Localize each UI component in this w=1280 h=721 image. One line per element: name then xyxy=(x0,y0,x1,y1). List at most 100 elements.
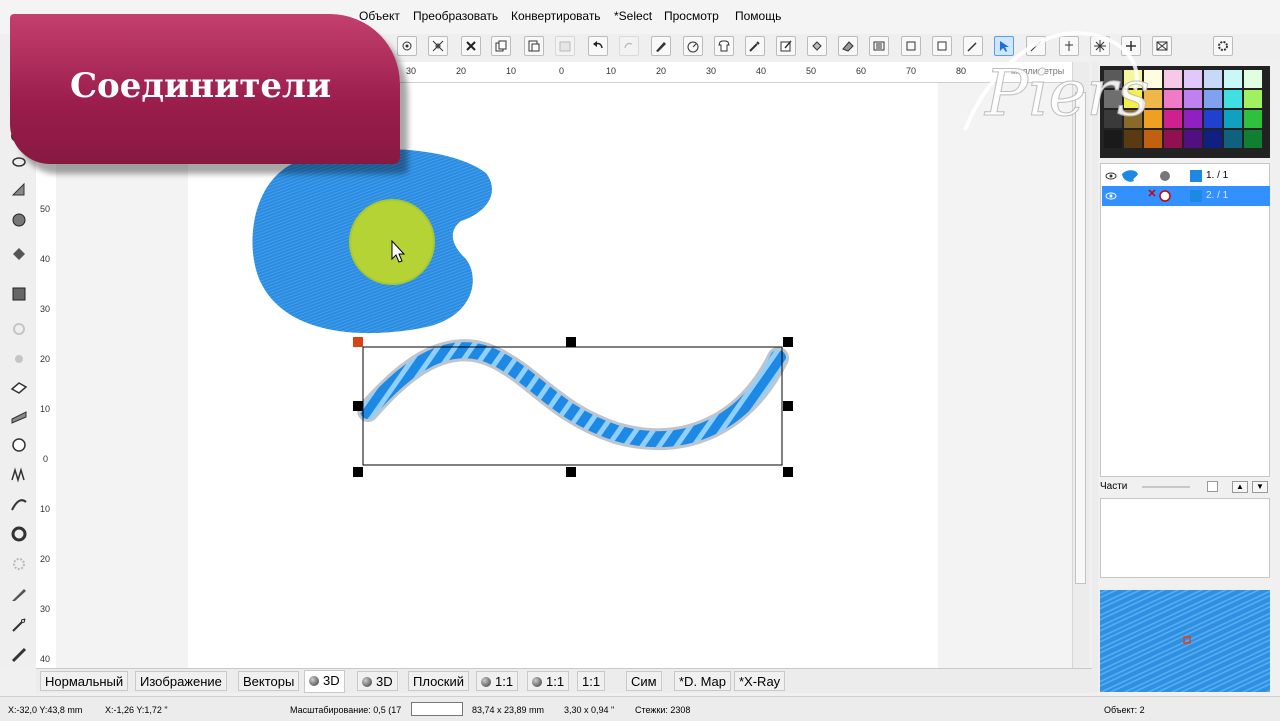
status-objects: Объект: 2 xyxy=(1104,705,1145,715)
ruler-tick: 0 xyxy=(559,66,565,76)
selection-handle[interactable] xyxy=(353,337,363,347)
scale-field[interactable] xyxy=(411,702,463,716)
ruler-tick: 0 xyxy=(43,454,49,464)
ruler-tick: 50 xyxy=(40,204,51,214)
selection-handle[interactable] xyxy=(353,401,363,411)
tab-sim[interactable]: Сим xyxy=(626,671,662,691)
curve-icon[interactable] xyxy=(8,494,30,516)
dot-disabled-icon xyxy=(8,348,30,370)
selection-handle[interactable] xyxy=(353,467,363,477)
status-bar: X:-32,0 Y:43,8 mm X:-1,26 Y:1,72 " Масшт… xyxy=(0,696,1280,721)
edit-icon[interactable] xyxy=(776,36,796,56)
fill-tool-icon[interactable] xyxy=(8,243,30,265)
undo-icon[interactable] xyxy=(588,36,608,56)
stitch-preview[interactable] xyxy=(1100,590,1270,692)
selection-handle[interactable] xyxy=(566,467,576,477)
menu-item-view[interactable]: Просмотр xyxy=(664,9,719,23)
status-delta: X:-1,26 Y:1,72 " xyxy=(105,705,168,715)
view-tabs: Нормальный Изображение Векторы 3D 3D Пло… xyxy=(36,668,1092,693)
status-coords: X:-32,0 Y:43,8 mm xyxy=(8,705,83,715)
tab-scale-3[interactable]: 1:1 xyxy=(577,671,606,691)
grid-icon[interactable] xyxy=(869,36,889,56)
tab-flat[interactable]: Плоский xyxy=(408,671,470,691)
pen-icon[interactable] xyxy=(651,36,671,56)
tab-label: 1:1 xyxy=(495,674,514,689)
parts-grip xyxy=(1142,486,1190,488)
menu-item-transform[interactable]: Преобразовать xyxy=(413,9,498,23)
layer-name: 1. / 1 xyxy=(1206,170,1229,181)
node-select-icon[interactable] xyxy=(428,36,448,56)
tab-xray[interactable]: *X-Ray xyxy=(734,671,786,691)
tab-label: 3D xyxy=(323,673,340,688)
triangle-up-icon: ▲ xyxy=(1236,482,1244,491)
ruler-icon[interactable] xyxy=(8,644,30,666)
tab-normal[interactable]: Нормальный xyxy=(40,671,129,691)
ruler-tick: 40 xyxy=(40,654,51,664)
tab-image[interactable]: Изображение xyxy=(135,671,227,691)
ruler-tick: 10 xyxy=(40,404,51,414)
circle-tool-icon[interactable] xyxy=(8,434,30,456)
selection-handle[interactable] xyxy=(783,467,793,477)
fill-icon[interactable] xyxy=(807,36,827,56)
parts-down-button[interactable]: ▼ xyxy=(1252,481,1268,493)
tab-scale-2[interactable]: 1:1 xyxy=(527,671,570,691)
selection-handle[interactable] xyxy=(783,337,793,347)
parts-checkbox[interactable] xyxy=(1207,481,1218,492)
menu-item-convert[interactable]: Конвертировать xyxy=(511,9,601,23)
redo-icon[interactable] xyxy=(619,36,639,56)
tab-label: 1:1 xyxy=(546,674,565,689)
preview-texture xyxy=(1100,590,1270,692)
design-canvas[interactable] xyxy=(56,83,1072,668)
selection-handle[interactable] xyxy=(783,401,793,411)
tab-label: Плоский xyxy=(413,674,465,689)
shirt-icon[interactable] xyxy=(714,36,734,56)
tab-vectors[interactable]: Векторы xyxy=(238,671,300,691)
close-icon[interactable] xyxy=(461,36,481,56)
ruler-tick: 70 xyxy=(906,66,917,76)
gear-icon[interactable] xyxy=(1213,36,1233,56)
tab-scale-1[interactable]: 1:1 xyxy=(476,671,519,691)
speed-icon[interactable] xyxy=(683,36,703,56)
satin-icon[interactable] xyxy=(8,405,30,427)
selection-handle[interactable] xyxy=(566,337,576,347)
tab-label: *X-Ray xyxy=(739,674,781,689)
node-edit-icon[interactable] xyxy=(397,36,417,56)
donut-icon[interactable] xyxy=(8,523,30,545)
banner-title: Соединители xyxy=(70,66,332,106)
eyedropper-icon[interactable] xyxy=(745,36,765,56)
stitch-icon[interactable] xyxy=(8,283,30,305)
copy-icon[interactable] xyxy=(491,36,511,56)
design-drawing xyxy=(252,149,793,477)
triangle-down-icon: ▼ xyxy=(1256,482,1264,491)
knife-icon[interactable] xyxy=(8,584,30,606)
menu-item-select[interactable]: *Select xyxy=(614,9,652,23)
tab-3d[interactable]: 3D xyxy=(357,671,398,691)
layers-list[interactable]: 1. / 1 2. / 1 xyxy=(1100,163,1270,477)
layer-row-selected[interactable]: 2. / 1 xyxy=(1102,186,1270,206)
status-size-in: 3,30 x 0,94 " xyxy=(564,705,615,715)
sphere-icon xyxy=(481,677,491,687)
tab-label: Сим xyxy=(631,674,657,689)
ruler-tick: 30 xyxy=(40,604,51,614)
needle-icon[interactable] xyxy=(8,614,30,636)
hand-icon[interactable] xyxy=(8,179,30,201)
settings-disabled-icon xyxy=(8,318,30,340)
paste-icon[interactable] xyxy=(555,36,575,56)
parts-up-button[interactable]: ▲ xyxy=(1232,481,1248,493)
tab-label: *D. Map xyxy=(679,674,726,689)
ruler-tick: 20 xyxy=(40,354,51,364)
menu-item-help[interactable]: Помощь xyxy=(735,9,781,23)
tab-3d-active[interactable]: 3D xyxy=(304,670,345,693)
settings-icon[interactable] xyxy=(8,553,30,575)
menu-item-object[interactable]: Объект xyxy=(359,9,400,23)
shape-icon[interactable] xyxy=(8,209,30,231)
rect-tool-icon[interactable] xyxy=(8,377,30,399)
duplicate-icon[interactable] xyxy=(524,36,544,56)
zigzag-icon[interactable] xyxy=(8,464,30,486)
ruler-left: 60 50 40 30 20 10 0 10 20 30 40 xyxy=(36,82,57,668)
erase-icon[interactable] xyxy=(838,36,858,56)
tab-dmap[interactable]: *D. Map xyxy=(674,671,731,691)
ruler-tick: 40 xyxy=(756,66,767,76)
transform-icon[interactable] xyxy=(901,36,921,56)
parts-list[interactable] xyxy=(1100,498,1270,578)
